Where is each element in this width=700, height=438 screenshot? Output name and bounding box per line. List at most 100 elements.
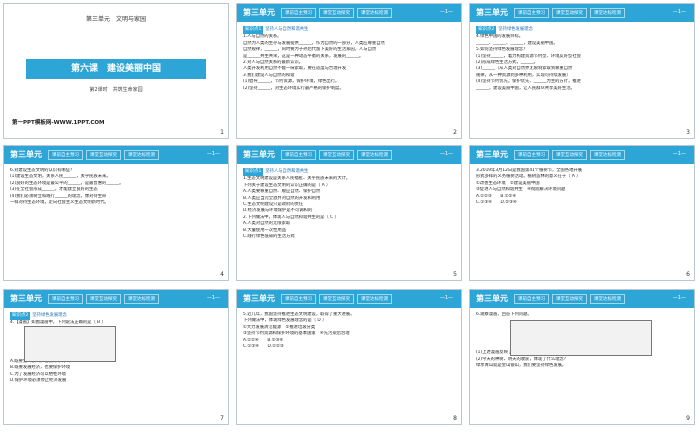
slide-text-line: (2)坚持______，对生态环境实行最严格的保护制度。 xyxy=(243,85,344,91)
section-tab[interactable]: 课前自主预习 xyxy=(48,294,83,304)
slide-text-line: C.①③④ D.②③④ xyxy=(476,200,517,206)
knowledge-tag: 知识点1 xyxy=(243,168,264,177)
knowledge-heading: 知识点2 坚持绿色发展理念 xyxy=(476,26,688,35)
slide-text-line: 绿水青山就是金山银山，我们要坚持绿色发展。 xyxy=(476,363,567,369)
unit-label: 第三单元 xyxy=(10,150,42,159)
knowledge-tag: 知识点1 xyxy=(243,26,264,35)
knowledge-title: 坚持绿色发展理念 xyxy=(32,313,67,318)
unit-label: 第三单元 xyxy=(476,8,508,17)
slide-thumbnail-3[interactable]: 第三单元 课前自主预习 课堂互动探究 课堂达标检测 —1— 知识点2 坚持绿色发展理念 4.绿… xyxy=(469,3,695,139)
slide-thumbnail-4[interactable]: 第三单元 课前自主预习 课堂互动探究 课堂达标检测 —1— 6.对建设生态文明的认识有哪些… xyxy=(3,145,229,281)
slide-number: 4 xyxy=(220,271,224,278)
slide-thumbnail-5[interactable]: 第三单元 课前自主预习 课堂互动探究 课堂达标检测 —1— 知识点1 坚持人与自然和谐共生 1… xyxy=(236,145,462,281)
section-tab[interactable]: 课前自主预习 xyxy=(281,8,316,18)
knowledge-tag: 知识点2 xyxy=(10,312,31,321)
slide-text-line: D.保护环境必须停止经济发展 xyxy=(10,378,67,384)
section-tab[interactable]: 课堂互动探究 xyxy=(552,150,587,160)
page-indicator: —1— xyxy=(439,295,453,301)
slide-number: 2 xyxy=(453,129,457,136)
section-tab[interactable]: 课堂达标检测 xyxy=(124,294,159,304)
slide-body: 3.2019年3月12日是我国第41个植树节，全国各地开展 形式多样的义务植树活动… xyxy=(476,168,688,206)
lesson-subtitle: 第2课时 共筑生命家园 xyxy=(89,87,143,93)
slide-body: 6.对建设生态文明的认识有哪些？ (1)建设生态文明，关系人民______，关乎民… xyxy=(10,168,222,206)
section-tabs: 课前自主预习 课堂互动探究 课堂达标检测 xyxy=(281,8,392,18)
slide-header: 第三单元 课前自主预习 课堂互动探究 课堂达标检测 —1— xyxy=(237,146,461,164)
section-tabs: 课前自主预习 课堂互动探究 课堂达标检测 xyxy=(514,8,625,18)
section-tabs: 课前自主预习 课堂互动探究 课堂达标检测 xyxy=(281,150,392,160)
slide-text-line: C.①③④ D.①②③ xyxy=(243,344,284,350)
slide-header: 第三单元 课前自主预习 课堂互动探究 课堂达标检测 —1— xyxy=(470,146,694,164)
slide-header: 第三单元 课前自主预习 课堂互动探究 课堂达标检测 —1— xyxy=(237,290,461,308)
slide-thumbnail-9[interactable]: 第三单元 课前自主预习 课堂互动探究 课堂达标检测 —1— 6.观察漫画，回答下列问题。 … xyxy=(469,289,695,425)
section-tab[interactable]: 课堂达标检测 xyxy=(357,8,392,18)
knowledge-title: 坚持人与自然和谐共生 xyxy=(265,27,309,32)
section-tabs: 课前自主预习 课堂互动探究 课堂达标检测 xyxy=(48,150,159,160)
page-indicator: —1— xyxy=(672,295,686,301)
section-tab[interactable]: 课堂达标检测 xyxy=(590,150,625,160)
section-tabs: 课前自主预习 课堂互动探究 课堂达标检测 xyxy=(514,294,625,304)
section-tabs: 课前自主预习 课堂互动探究 课堂达标检测 xyxy=(48,294,159,304)
slide-number: 5 xyxy=(453,271,457,278)
section-tab[interactable]: 课堂互动探究 xyxy=(319,150,354,160)
page-indicator: —1— xyxy=(439,9,453,15)
unit-label: 第三单元 xyxy=(243,8,275,17)
section-tabs: 课前自主预习 课堂互动探究 课堂达标检测 xyxy=(281,294,392,304)
slide-thumbnail-2[interactable]: 第三单元 课前自主预习 课堂互动探究 课堂达标检测 —1— 知识点1 坚持人与自然和谐共生 1… xyxy=(236,3,462,139)
slide-thumbnail-7[interactable]: 第三单元 课前自主预习 课堂互动探究 课堂达标检测 —1— 知识点2 坚持绿色发展理念 4.【… xyxy=(3,289,229,425)
section-tab[interactable]: 课堂达标检测 xyxy=(590,8,625,18)
section-tab[interactable]: 课堂达标检测 xyxy=(124,150,159,160)
unit-label: 第三单元 xyxy=(243,150,275,159)
slide-thumbnail-8[interactable]: 第三单元 课前自主预习 课堂互动探究 课堂达标检测 —1— 5.近几年，我国坚持推进生态文… xyxy=(236,289,462,425)
lesson-title: 第六课 建设美丽中国 xyxy=(70,64,161,74)
slide-header: 第三单元 课前自主预习 课堂互动探究 课堂达标检测 —1— xyxy=(4,290,228,308)
slide-thumbnail-1[interactable]: 第三单元 文明与家园 第六课 建设美丽中国 第2课时 共筑生命家园 第一PPT模… xyxy=(3,3,229,139)
unit-label: 第三单元 xyxy=(476,294,508,303)
slide-header: 第三单元 课前自主预习 课堂互动探究 课堂达标检测 —1— xyxy=(4,146,228,164)
slide-body: 知识点1 坚持人与自然和谐共生 1.生态文明建设是关系人民福祉、关乎民族未来的大计。… xyxy=(243,168,455,240)
section-tab[interactable]: 课堂达标检测 xyxy=(357,294,392,304)
knowledge-tag: 知识点2 xyxy=(476,26,497,35)
section-tab[interactable]: 课前自主预习 xyxy=(48,150,83,160)
section-tabs: 课前自主预习 课堂互动探究 课堂达标检测 xyxy=(514,150,625,160)
slide-number: 9 xyxy=(686,415,690,422)
slide-header: 第三单元 课前自主预习 课堂互动探究 课堂达标检测 —1— xyxy=(470,290,694,308)
title-unit: 第三单元 文明与家园 xyxy=(85,16,146,23)
knowledge-heading: 知识点1 坚持人与自然和谐共生 xyxy=(243,26,455,35)
slide-header: 第三单元 课前自主预习 课堂互动探究 课堂达标检测 —1— xyxy=(237,4,461,22)
slide-text-line: ______，建设美丽中国，让人民群众共享美好生活。 xyxy=(476,85,575,91)
section-tab[interactable]: 课堂互动探究 xyxy=(552,8,587,18)
knowledge-title: 坚持人与自然和谐共生 xyxy=(265,169,309,174)
slide-body: 知识点2 坚持绿色发展理念 4.绿色中国的发展目标。 ______、______、__… xyxy=(476,26,688,92)
slide-number: 3 xyxy=(686,129,690,136)
section-tab[interactable]: 课堂互动探究 xyxy=(319,8,354,18)
cartoon-illustration xyxy=(510,320,652,356)
section-tab[interactable]: 课堂互动探究 xyxy=(552,294,587,304)
page-indicator: —1— xyxy=(206,295,220,301)
section-tab[interactable]: 课前自主预习 xyxy=(514,294,549,304)
section-tab[interactable]: 课前自主预习 xyxy=(281,294,316,304)
slide-text-line: 一样对待生态环境，走向社会主义生态文明新时代。 xyxy=(10,200,109,206)
section-tab[interactable]: 课堂互动探究 xyxy=(319,294,354,304)
slide-text-line: C.践行绿色低碳的生活方式 xyxy=(243,234,295,240)
section-tab[interactable]: 课前自主预习 xyxy=(281,150,316,160)
section-tab[interactable]: 课堂互动探究 xyxy=(86,150,121,160)
section-tab[interactable]: 课前自主预习 xyxy=(514,150,549,160)
page-indicator: —1— xyxy=(439,151,453,157)
page-indicator: —1— xyxy=(672,151,686,157)
cartoon-illustration xyxy=(24,326,116,362)
section-tab[interactable]: 课前自主预习 xyxy=(514,8,549,18)
section-tab[interactable]: 课堂互动探究 xyxy=(86,294,121,304)
knowledge-heading: 知识点1 坚持人与自然和谐共生 xyxy=(243,168,455,177)
slide-number: 8 xyxy=(453,415,457,422)
section-tab[interactable]: 课堂达标检测 xyxy=(590,294,625,304)
slide-number: 1 xyxy=(220,129,224,136)
section-tab[interactable]: 课堂达标检测 xyxy=(357,150,392,160)
unit-label: 第三单元 xyxy=(243,294,275,303)
page-indicator: —1— xyxy=(672,9,686,15)
slide-body: 知识点1 坚持人与自然和谐共生 1.人与自然的关系。 自然为人类的生存与发展提供___… xyxy=(243,26,455,92)
slide-header: 第三单元 课前自主预习 课堂互动探究 课堂达标检测 —1— xyxy=(470,4,694,22)
page-indicator: —1— xyxy=(206,151,220,157)
slide-thumbnail-6[interactable]: 第三单元 课前自主预习 课堂互动探究 课堂达标检测 —1— 3.2019年3月12日是我国… xyxy=(469,145,695,281)
slide-number: 7 xyxy=(220,415,224,422)
footer-text: 第一PPT模板网-WWW.1PPT.COM xyxy=(12,120,105,126)
